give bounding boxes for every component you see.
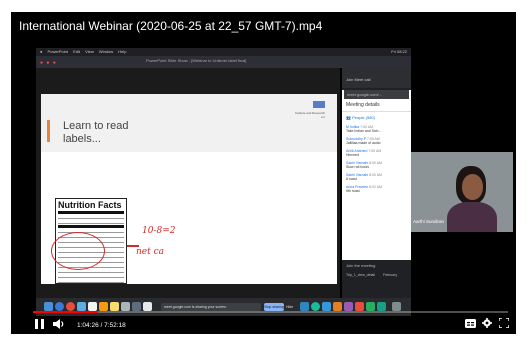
annotation-circle <box>51 232 105 270</box>
meet-side-panel: meet.google.com/... Meeting details 👥 Pe… <box>342 90 411 260</box>
annotation-net-carbs: net ca <box>136 247 165 257</box>
hide-button[interactable]: Hide <box>286 303 296 311</box>
volume-icon[interactable] <box>53 319 65 329</box>
logo-line2: Ltd <box>320 115 325 119</box>
apple-icon: ● <box>40 49 43 54</box>
chat-message: Anna Praveen 8:02 AM 9th roast <box>346 185 383 193</box>
mail-icon[interactable] <box>77 302 86 311</box>
mac-menubar: ● PowerPoint Edit View Window Help Fri 0… <box>36 48 411 56</box>
chat-message: Aniik Ahamed 7:50 AM Himmed <box>346 149 382 157</box>
photos-icon[interactable] <box>99 302 108 311</box>
notes-icon[interactable] <box>110 302 119 311</box>
annotation-equation: 10-8=2 <box>142 226 176 236</box>
slide-show-area: Learn to read labels... Institute and Re… <box>36 68 340 298</box>
chat-message: Sakhi Vismahi 8:00 AM Slow roti foods <box>346 161 382 169</box>
footer-cell: February <box>383 273 398 277</box>
institute-logo: Institute and Research Ltd <box>293 101 325 129</box>
app-icon[interactable] <box>344 302 353 311</box>
people-button[interactable]: 👥 People (580) <box>342 112 411 123</box>
ppt-document-title: PowerPoint Slide Show - [Webinar to Unil… <box>146 58 247 63</box>
calendar-icon[interactable] <box>88 302 97 311</box>
gear-icon[interactable] <box>482 318 492 328</box>
trash-icon[interactable] <box>392 302 401 311</box>
menu-window[interactable]: Window <box>99 49 113 54</box>
player-controls: 1:04:26 / 7:52:18 <box>11 312 516 334</box>
footer-cell: Trip_1_view_detail <box>346 273 376 277</box>
nutrition-label-heading: Nutrition Facts <box>58 200 122 210</box>
stop-sharing-button[interactable]: Stop sharing <box>264 303 284 311</box>
app-icon[interactable] <box>366 302 375 311</box>
chrome-icon[interactable] <box>66 302 75 311</box>
participant-name: Aarthi Sundiran <box>413 219 445 224</box>
video-title: International Webinar (2020-06-25 at 22_… <box>19 19 323 33</box>
menu-help[interactable]: Help <box>118 49 126 54</box>
chat-message: Sakhi Vismahi 8:00 AM 6 roast <box>346 173 382 181</box>
app-icon[interactable] <box>322 302 331 311</box>
chrome-tab[interactable]: Join Meet call <box>342 77 370 82</box>
address-bar[interactable]: meet.google.com/... <box>344 90 409 99</box>
pause-icon[interactable] <box>35 319 44 329</box>
slide-title: Learn to read labels... <box>63 120 129 145</box>
video-player[interactable]: International Webinar (2020-06-25 at 22_… <box>11 12 516 334</box>
chat-message: M Indika 7:50 AM Take Indian and Sich... <box>346 125 382 133</box>
time-display: 1:04:26 / 7:52:18 <box>77 322 126 329</box>
app-icon[interactable] <box>143 302 152 311</box>
app-icon[interactable] <box>311 302 320 311</box>
finder-icon[interactable] <box>44 302 53 311</box>
safari-icon[interactable] <box>55 302 64 311</box>
slide-accent-bar <box>47 120 50 142</box>
subtitles-icon[interactable] <box>465 319 476 328</box>
app-icon[interactable] <box>132 302 141 311</box>
menu-edit[interactable]: Edit <box>73 49 80 54</box>
slide: Learn to read labels... Institute and Re… <box>41 94 337 284</box>
app-icon[interactable] <box>355 302 364 311</box>
webcam-tile: Aarthi Sundiran <box>411 152 513 232</box>
menubar-clock: Fri 08:22 <box>391 49 407 54</box>
app-icon[interactable] <box>121 302 130 311</box>
menu-powerpoint[interactable]: PowerPoint <box>48 49 68 54</box>
chrome-tab-bar: Join Meet call <box>342 68 411 88</box>
app-icon[interactable] <box>300 302 309 311</box>
people-icon: 👥 <box>346 115 351 120</box>
meet-panel-header: Meeting details <box>342 99 411 112</box>
fullscreen-icon[interactable] <box>499 318 509 328</box>
powerpoint-toolbar: ● ● ● PowerPoint Slide Show - [Webinar t… <box>36 56 411 68</box>
chat-message: Sukruddhy P 7:50 AM Jaliillaa made of aud… <box>346 137 381 145</box>
window-controls-icon[interactable]: ● ● ● <box>40 60 57 66</box>
app-icon[interactable] <box>333 302 342 311</box>
app-icon[interactable] <box>377 302 386 311</box>
meet-footer-label: Join the meeting <box>346 263 376 268</box>
menu-view[interactable]: View <box>85 49 94 54</box>
meet-footer: Join the meeting Trip_1_view_detail Febr… <box>342 260 411 298</box>
screen-share-notice: meet.google.com is sharing your screen. <box>161 303 261 311</box>
